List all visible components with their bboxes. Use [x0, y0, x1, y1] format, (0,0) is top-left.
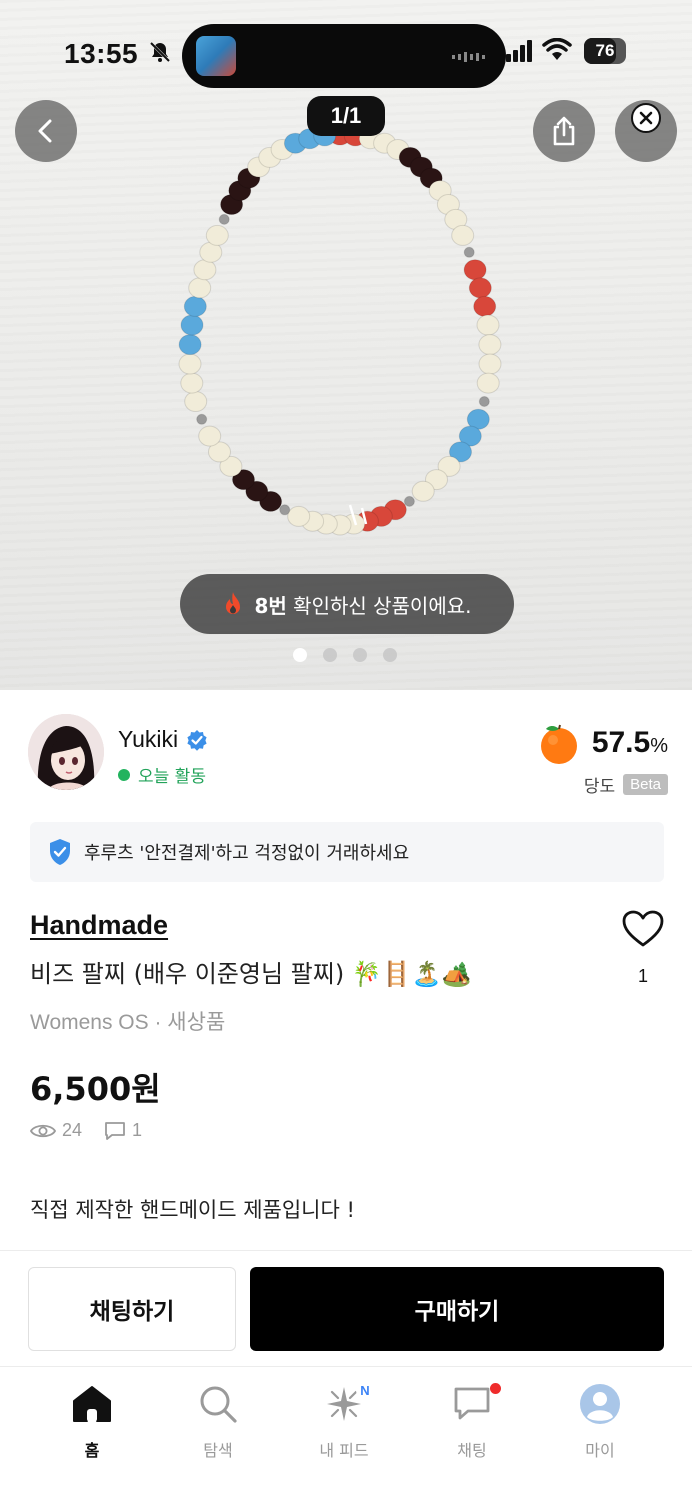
status-bar: 13:55 76 [0, 0, 692, 100]
beta-badge: Beta [623, 774, 668, 795]
bottom-tab-bar: 홈 탐색 N 내 피드 채팅 마이 [0, 1366, 692, 1500]
shield-check-icon [50, 839, 70, 865]
safe-payment-banner[interactable]: 후루츠 '안전결제'하고 걱정없이 거래하세요 [30, 822, 664, 882]
comment-icon [105, 1121, 125, 1140]
tab-home[interactable]: 홈 [32, 1381, 152, 1461]
tab-my-feed[interactable]: N 내 피드 [284, 1381, 404, 1461]
page-dot[interactable] [323, 648, 337, 662]
activity-status: 오늘 활동 [118, 762, 206, 787]
page-dot[interactable] [383, 648, 397, 662]
online-dot-icon [118, 768, 130, 781]
share-button[interactable] [533, 100, 595, 162]
profile-icon [580, 1384, 620, 1424]
home-icon [73, 1386, 111, 1422]
fire-icon [226, 592, 241, 614]
tab-my-label: 마이 [585, 1441, 615, 1460]
close-icon[interactable] [631, 103, 661, 133]
chevron-left-icon [38, 119, 52, 143]
product-photo[interactable]: 13:55 76 1/1 8번 확인하신 상품이에요. [0, 0, 692, 690]
wifi-icon [542, 38, 572, 60]
seller-avatar-image [28, 714, 104, 790]
tab-explore-label: 탐색 [203, 1441, 233, 1460]
page-indicator [293, 648, 397, 662]
action-bar: 채팅하기 구매하기 [0, 1250, 692, 1366]
product-description: 직접 제작한 핸드메이드 제품입니다 ! [30, 1198, 355, 1222]
notification-dot-icon [490, 1383, 501, 1394]
now-playing-thumbnail [196, 36, 236, 76]
comment-count: 1 [132, 1120, 143, 1140]
product-price: 6,500원 [30, 1070, 161, 1108]
sweetness-label: 당도 [583, 777, 616, 797]
tab-my[interactable]: 마이 [540, 1381, 660, 1461]
view-count: 24 [62, 1120, 83, 1140]
product-title: 비즈 팔찌 (배우 이준영님 팔찌) 🎋🪜🏝️🏕️ [30, 960, 472, 988]
chat-button[interactable]: 채팅하기 [28, 1267, 236, 1351]
avatar[interactable] [28, 714, 104, 790]
view-count-text: 8번 확인하신 상품이에요. [254, 593, 472, 618]
tab-chat[interactable]: 채팅 [412, 1381, 532, 1461]
search-icon [200, 1386, 237, 1423]
product-stats: 24 1 [30, 1120, 142, 1141]
share-icon [553, 116, 575, 146]
cellular-signal-icon [506, 40, 532, 62]
tab-my-feed-label: 내 피드 [319, 1441, 369, 1460]
status-time: 13:55 [64, 38, 139, 69]
tab-chat-label: 채팅 [457, 1441, 487, 1460]
battery-icon: 76 [584, 38, 626, 64]
activity-text: 오늘 활동 [138, 767, 206, 787]
like-button[interactable]: 1 [620, 910, 666, 987]
bell-off-icon [149, 41, 171, 63]
new-badge: N [356, 1381, 374, 1399]
verified-badge-icon [187, 729, 207, 751]
buy-button[interactable]: 구매하기 [250, 1267, 664, 1351]
chat-icon [454, 1387, 490, 1420]
seller-profile[interactable]: Yukiki 오늘 활동 57.5% 당도 Beta [28, 714, 668, 804]
sweetness-score[interactable]: 57.5% 당도 Beta [536, 720, 668, 797]
like-count: 1 [637, 966, 648, 986]
tab-home-label: 홈 [84, 1441, 100, 1460]
view-count-notice: 8번 확인하신 상품이에요. [180, 574, 514, 634]
eye-icon [30, 1124, 56, 1137]
page-dot[interactable] [293, 648, 307, 662]
audio-wave-icon [452, 52, 485, 62]
product-meta: Womens OS · 새상품 [30, 1011, 226, 1034]
tab-explore[interactable]: 탐색 [158, 1381, 278, 1461]
battery-level: 76 [595, 41, 615, 60]
page-dot[interactable] [353, 648, 367, 662]
brand-link[interactable]: Handmade [30, 910, 168, 941]
image-counter: 1/1 [307, 96, 385, 136]
heart-icon [622, 910, 664, 947]
seller-name-text: Yukiki [118, 726, 179, 752]
seller-name[interactable]: Yukiki [118, 726, 208, 753]
dynamic-island[interactable] [182, 24, 506, 88]
safe-payment-text: 후루츠 '안전결제'하고 걱정없이 거래하세요 [84, 843, 410, 864]
sweetness-value: 57.5% [591, 726, 668, 759]
back-button[interactable] [15, 100, 77, 162]
orange-icon [540, 724, 577, 764]
